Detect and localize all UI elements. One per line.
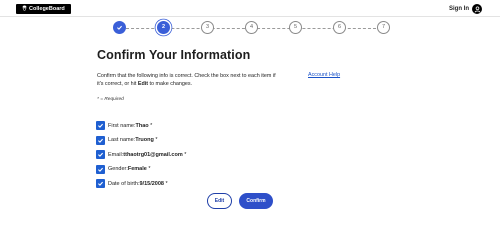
- step-1-completed: [113, 21, 126, 34]
- top-navigation-bar: CollegeBoard Sign In: [0, 0, 500, 17]
- first-name-text: First name:Thao *: [108, 123, 152, 129]
- instructions-part-2: to make changes.: [148, 81, 193, 88]
- date-of-birth-text: Date of birth:9/15/2008 *: [108, 181, 168, 187]
- step-5: 5: [289, 21, 302, 34]
- required-mark: *: [163, 180, 168, 187]
- last-name-text: Last name:Truong *: [108, 137, 158, 143]
- email-text: Email:tthaotrg01@gmail.com *: [108, 152, 186, 158]
- acorn-icon: [22, 5, 27, 11]
- field-label: Date of birth:: [108, 180, 140, 187]
- required-note: * = Required: [97, 97, 124, 102]
- instructions-edit-word: Edit: [137, 81, 149, 88]
- field-row-email: Email:tthaotrg01@gmail.com *: [96, 150, 186, 159]
- field-label: Last name:: [108, 137, 136, 143]
- step-7: 7: [377, 21, 390, 34]
- field-row-gender: Gender:Female *: [96, 164, 186, 174]
- field-row-last-name: Last name:Truong *: [96, 135, 186, 145]
- required-mark: *: [182, 151, 187, 158]
- confirm-button[interactable]: Confirm: [239, 193, 273, 209]
- field-label: Email:: [108, 151, 124, 158]
- user-icon: [472, 4, 482, 14]
- page-title: Confirm Your Information: [97, 48, 251, 62]
- step-3: 3: [201, 21, 214, 34]
- required-mark: *: [153, 137, 158, 143]
- field-label: Gender:: [108, 166, 128, 172]
- account-help-link[interactable]: Account Help: [308, 72, 340, 78]
- step-4: 4: [245, 21, 258, 34]
- field-label: First name:: [108, 122, 136, 129]
- checkmark-icon: [98, 123, 104, 128]
- first-name-checkbox[interactable]: [96, 121, 105, 130]
- college-board-logo[interactable]: CollegeBoard: [16, 4, 71, 14]
- date-of-birth-checkbox[interactable]: [96, 179, 105, 188]
- gender-text: Gender:Female *: [108, 166, 151, 172]
- checkmark-icon: [98, 181, 104, 186]
- checkmark-icon: [98, 152, 104, 157]
- gender-checkbox[interactable]: [96, 164, 105, 174]
- step-6: 6: [333, 21, 346, 34]
- required-mark: *: [146, 166, 151, 172]
- email-checkbox[interactable]: [96, 150, 105, 159]
- edit-button[interactable]: Edit: [207, 193, 232, 209]
- logo-text: CollegeBoard: [29, 6, 65, 12]
- field-row-first-name: First name:Thao *: [96, 121, 186, 130]
- sign-in-button[interactable]: Sign In: [449, 4, 482, 14]
- sign-in-label: Sign In: [449, 6, 469, 12]
- last-name-checkbox[interactable]: [96, 135, 105, 145]
- step-2-current: 2: [157, 21, 170, 34]
- field-value: Female: [127, 166, 147, 172]
- field-value: Truong: [135, 137, 154, 143]
- checkmark-icon: [98, 167, 104, 172]
- field-row-date-of-birth: Date of birth:9/15/2008 *: [96, 179, 186, 188]
- required-mark: *: [148, 122, 153, 129]
- instructions-text: Confirm that the following info is corre…: [97, 72, 279, 88]
- checkmark-icon: [98, 138, 104, 143]
- field-value: tthaotrg01@gmail.com: [123, 151, 183, 158]
- progress-stepper: 2 3 4 5 6 7: [113, 21, 390, 35]
- field-value: Thao: [135, 122, 149, 129]
- confirmation-list: First name:Thao * Last name:Truong * Ema…: [96, 121, 186, 194]
- field-value: 9/15/2008: [139, 180, 164, 187]
- checkmark-icon: [117, 25, 122, 30]
